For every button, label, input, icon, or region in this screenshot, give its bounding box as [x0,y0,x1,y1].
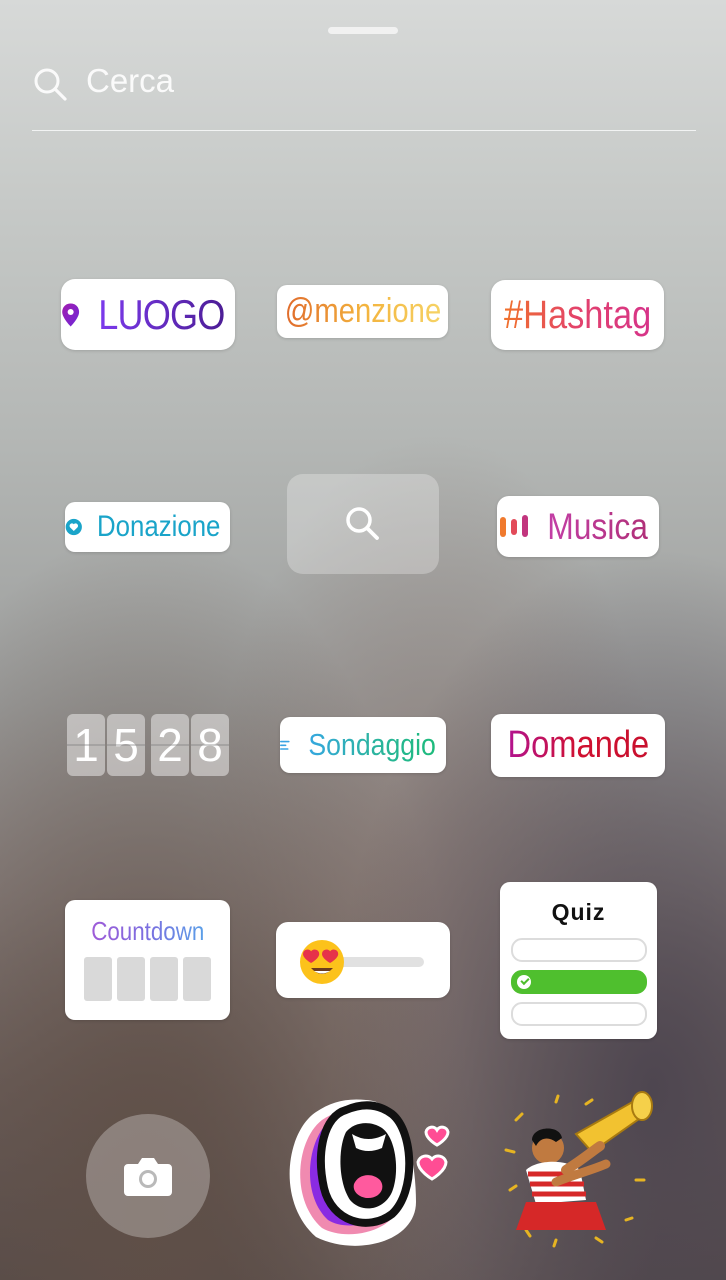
quiz-option [510,938,647,962]
camera-sticker-button[interactable] [86,1114,210,1238]
poll-lines-icon [280,740,290,750]
clock-digit: 8 [191,714,229,776]
hashtag-label: #Hashtag [503,292,652,337]
quiz-sticker[interactable]: Quiz [500,882,657,1039]
poll-sticker[interactable]: Sondaggio [280,717,446,773]
clock-digit: 2 [151,714,189,776]
emoji-slider-sticker[interactable] [276,922,450,998]
countdown-box [150,956,178,1001]
clock-digit: 5 [107,714,145,776]
search-icon [34,68,67,101]
camera-icon [124,1158,172,1196]
donation-sticker[interactable]: Donazione [65,502,230,552]
trumpet-player-sticker[interactable] [496,1090,658,1250]
shouting-mouth-sticker[interactable] [276,1092,456,1252]
location-label: LUOGO [98,290,226,338]
countdown-box [84,956,112,1001]
quiz-option [510,1002,647,1026]
poll-label: Sondaggio [308,727,436,762]
search-bar[interactable]: Cerca [32,58,696,131]
countdown-boxes [84,956,211,1001]
questions-sticker[interactable]: Domande [491,714,665,777]
countdown-label: Countdown [90,915,205,946]
heart-icon [65,518,82,536]
music-bars-icon [500,514,529,537]
quiz-label: Quiz [551,899,606,925]
time-sticker[interactable]: 1 5 2 8 [61,714,235,776]
search-input[interactable]: Cerca [86,62,174,100]
quiz-option-correct [510,970,647,994]
gif-search-sticker[interactable] [287,474,439,574]
search-icon [346,507,379,540]
sheet-grabber[interactable] [328,27,398,34]
trumpet-player-icon [504,1091,653,1248]
mention-label: @menzione [284,292,441,330]
location-pin-icon [62,303,80,326]
location-sticker[interactable]: LUOGO [61,279,235,350]
music-sticker[interactable]: Musica [497,496,659,557]
heart-eyes-emoji-icon [300,940,344,984]
donation-label: Donazione [96,510,220,543]
countdown-box [117,956,145,1001]
countdown-box [183,956,211,1001]
music-label: Musica [547,505,649,547]
mention-sticker[interactable]: @menzione [277,285,448,338]
shouting-mouth-icon [289,1099,450,1246]
clock-digit: 1 [67,714,105,776]
countdown-sticker[interactable]: Countdown [65,900,230,1020]
questions-label: Domande [507,724,649,766]
hashtag-sticker[interactable]: #Hashtag [491,280,664,350]
